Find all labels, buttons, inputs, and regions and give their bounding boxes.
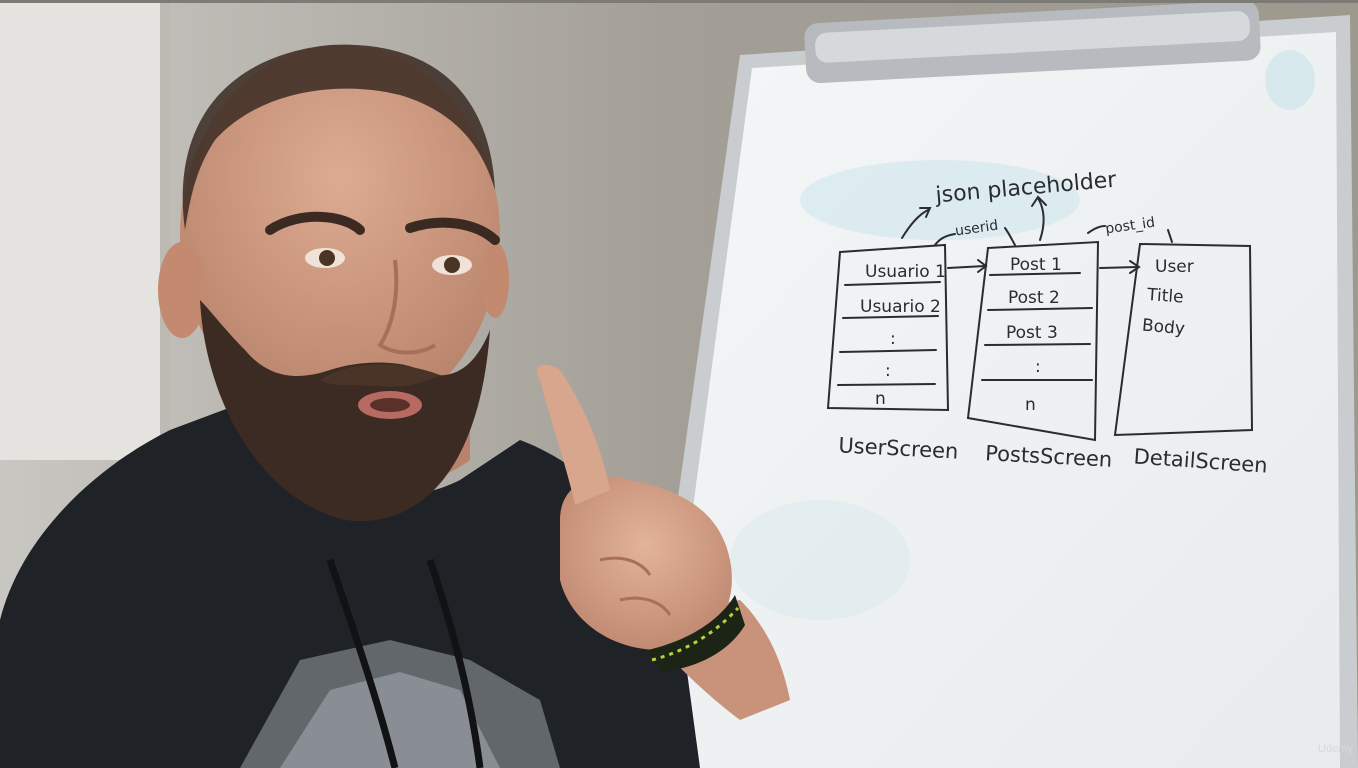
user-list-item: :	[885, 361, 891, 381]
left-ear	[158, 242, 206, 338]
detail-field: Title	[1145, 285, 1184, 308]
left-panel	[0, 0, 165, 460]
post-list-item: Post 1	[1010, 255, 1062, 275]
video-frame: json placeholder userid post_id Usuario …	[0, 0, 1358, 768]
frame-top-edge	[0, 0, 1358, 3]
user-list-item: :	[890, 329, 896, 349]
udemy-watermark: Udemy	[1318, 743, 1353, 755]
user-list-item: Usuario 1	[865, 262, 946, 282]
post-list-item: Post 2	[1008, 288, 1060, 308]
post-list-item: Post 3	[1006, 323, 1058, 343]
user-list-item: n	[875, 389, 886, 409]
user-list-item: Usuario 2	[860, 297, 941, 317]
detail-field: User	[1155, 257, 1194, 277]
right-ear	[481, 242, 509, 318]
detail-field: Body	[1141, 316, 1186, 340]
scene-svg: json placeholder userid post_id Usuario …	[0, 0, 1358, 768]
post-list-item: n	[1025, 395, 1036, 415]
post-list-item: :	[1035, 357, 1041, 377]
door-frame	[160, 0, 170, 460]
